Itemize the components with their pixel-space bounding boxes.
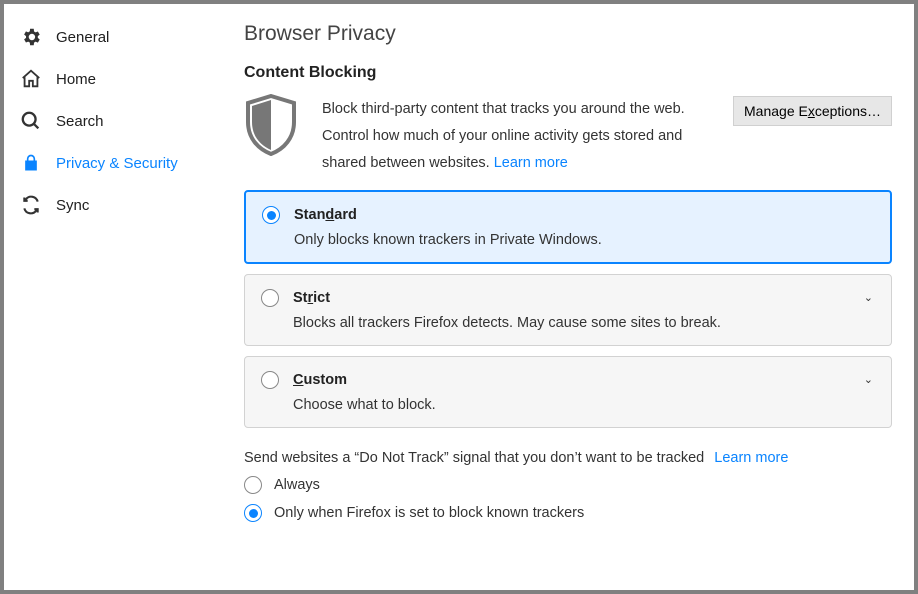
radio-strict[interactable]: [261, 289, 279, 307]
preferences-window: General Home Search Privacy & Security S…: [0, 0, 918, 594]
sidebar-item-general[interactable]: General: [4, 16, 214, 58]
main-panel: Browser Privacy Content Blocking Block t…: [214, 4, 914, 590]
manage-exceptions-button[interactable]: Manage Exceptions…: [733, 96, 892, 126]
sidebar-item-home[interactable]: Home: [4, 58, 214, 100]
sidebar-item-privacy[interactable]: Privacy & Security: [4, 142, 214, 184]
sidebar-item-label: Privacy & Security: [56, 155, 178, 172]
sidebar-item-sync[interactable]: Sync: [4, 184, 214, 226]
page-title: Browser Privacy: [244, 22, 892, 46]
chevron-down-icon[interactable]: ⌄: [864, 373, 873, 386]
mode-title: Custom: [293, 372, 347, 388]
section-title: Content Blocking: [244, 64, 892, 82]
sync-icon: [20, 194, 42, 216]
radio-standard[interactable]: [262, 206, 280, 224]
radio-dnt-always[interactable]: [244, 476, 262, 494]
search-icon: [20, 110, 42, 132]
content-blocking-description: Block third-party content that tracks yo…: [322, 94, 723, 176]
shield-icon: [244, 94, 308, 161]
home-icon: [20, 68, 42, 90]
dnt-text: Send websites a “Do Not Track” signal th…: [244, 450, 704, 466]
blocking-mode-options: Standard Only blocks known trackers in P…: [244, 190, 892, 428]
mode-title: Standard: [294, 207, 357, 223]
radio-custom[interactable]: [261, 371, 279, 389]
gear-icon: [20, 26, 42, 48]
content-blocking-header: Block third-party content that tracks yo…: [244, 94, 892, 176]
mode-title: Strict: [293, 290, 330, 306]
sidebar-item-label: General: [56, 29, 109, 46]
mode-custom[interactable]: ⌄ Custom Choose what to block.: [244, 356, 892, 428]
mode-description: Blocks all trackers Firefox detects. May…: [293, 315, 875, 331]
dnt-section: Send websites a “Do Not Track” signal th…: [244, 450, 892, 522]
chevron-down-icon[interactable]: ⌄: [864, 291, 873, 304]
dnt-option-only-when[interactable]: Only when Firefox is set to block known …: [244, 504, 892, 522]
sidebar-item-label: Search: [56, 113, 104, 130]
dnt-option-label: Always: [274, 477, 320, 493]
sidebar-item-search[interactable]: Search: [4, 100, 214, 142]
mode-description: Choose what to block.: [293, 397, 875, 413]
learn-more-link[interactable]: Learn more: [494, 155, 568, 171]
radio-dnt-only-when[interactable]: [244, 504, 262, 522]
dnt-learn-more-link[interactable]: Learn more: [714, 450, 788, 466]
dnt-option-always[interactable]: Always: [244, 476, 892, 494]
lock-icon: [20, 152, 42, 174]
mode-description: Only blocks known trackers in Private Wi…: [294, 232, 874, 248]
sidebar-item-label: Home: [56, 71, 96, 88]
mode-standard[interactable]: Standard Only blocks known trackers in P…: [244, 190, 892, 264]
sidebar-item-label: Sync: [56, 197, 89, 214]
mode-strict[interactable]: ⌄ Strict Blocks all trackers Firefox det…: [244, 274, 892, 346]
dnt-option-label: Only when Firefox is set to block known …: [274, 505, 584, 521]
sidebar: General Home Search Privacy & Security S…: [4, 4, 214, 590]
